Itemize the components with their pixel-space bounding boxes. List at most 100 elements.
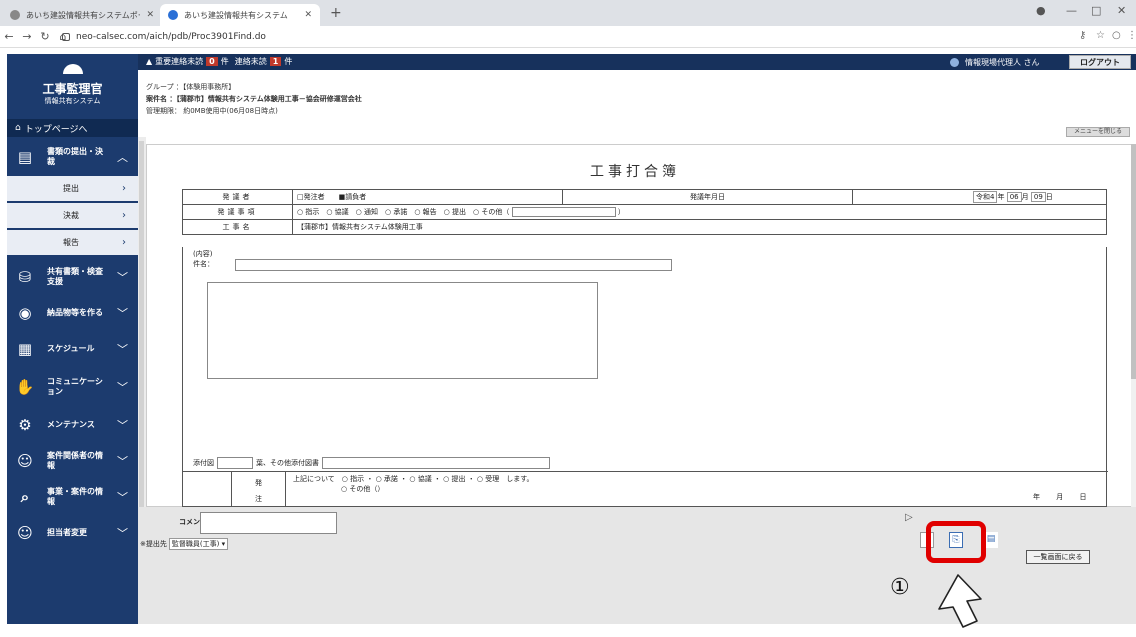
document-form-area: 工事打合簿 発議者 □発注者 ■請負者 発議年月日 令和4 年 06 月 09 日 発… [146, 144, 1132, 508]
approval-text[interactable]: 上記について ○ 指示 ・ ○ 承諾 ・ ○ 協議 ・ ○ 提出 ・ ○ 受理 … [293, 474, 534, 494]
maximize-icon[interactable]: □ [1091, 4, 1101, 17]
disc-icon: ◉ [18, 304, 32, 322]
sidebar-item-communication[interactable]: ✋ コミュニケーション ﹀ [7, 370, 138, 404]
back-arrow-icon[interactable]: ← [0, 30, 18, 43]
sidebar-item-label: 担当者変更 [47, 528, 87, 537]
approval-options[interactable]: 上記について ○ 指示 ・ ○ 承諾 ・ ○ 協議 ・ ○ 提出 ・ ○ 受理 … [293, 474, 534, 484]
send-to-select[interactable]: 監督職員(工事) ▾ [168, 538, 229, 550]
approval-other[interactable]: ○ その他（） [293, 484, 534, 494]
sidebar-item-label: 納品物等を作る [47, 308, 103, 317]
browser-tab-system[interactable]: あいち建設情報共有システム ✕ [160, 4, 320, 26]
action-footer: コメント ※提出先 監督職員(工事) ▾ ▷ ⎘ ▤ 一覧画面に戻る ① [138, 507, 1136, 628]
user-icon [950, 58, 959, 67]
sidebar-item-shared-docs[interactable]: ⛁ 共有書類・検査支援 ﹀ [7, 260, 138, 294]
close-icon[interactable]: ✕ [304, 10, 312, 20]
tab-title: あいち建設情報共有システム [184, 10, 288, 20]
sidebar-item-deliverables[interactable]: ◉ 納品物等を作る ﹀ [7, 296, 138, 330]
sidebar-subitem-label: 決裁 [63, 211, 79, 220]
people-icon: ☺ [17, 452, 33, 470]
important-unread-label: 重要連絡未読 [155, 57, 204, 66]
sidebar-item-label: 共有書類・検査支援 [47, 267, 103, 286]
brand-logo[interactable]: 工事監理官 情報共有システム [7, 54, 138, 119]
sidebar-subitem-submit[interactable]: 提出 › [7, 176, 138, 201]
attach-other-label: 葉、その他添付図書 [256, 459, 319, 467]
sidebar-subitem-label: 報告 [63, 238, 79, 247]
comment-input[interactable] [200, 512, 337, 534]
sidebar-item-schedule[interactable]: ▦ スケジュール ﹀ [7, 332, 138, 366]
storage-term: 管理期限： 約0MB使用中(06月08日時点) [146, 107, 278, 115]
sidebar-subitem-report[interactable]: 報告 › [7, 230, 138, 255]
sidebar-subitem-approve[interactable]: 決裁 › [7, 203, 138, 228]
back-to-list-button[interactable]: 一覧画面に戻る [1026, 550, 1090, 564]
gear-icon: ⚙ [18, 416, 32, 434]
key-icon[interactable]: ⚷ [1079, 30, 1086, 41]
day-select[interactable]: 09 [1030, 192, 1046, 202]
top-page-link[interactable]: ⌂ トップページへ [7, 119, 138, 137]
top-page-label: トップページへ [24, 124, 88, 135]
mouse-cursor-icon: ▷ [905, 512, 913, 523]
chevron-down-icon: ﹀ [117, 381, 128, 394]
approval-row: 発 注 上記について ○ 指示 ・ ○ 承諾 ・ ○ 協議 ・ ○ 提出 ・ ○… [183, 471, 1108, 508]
unread-alerts[interactable]: ▲ 重要連絡未読 0 件 連絡未読 1 件 [146, 56, 292, 67]
sidebar-item-label: メンテナンス [47, 420, 95, 429]
minimize-icon[interactable]: — [1066, 4, 1077, 17]
proposal-date-label: 発議年月日 [562, 189, 853, 205]
date-month-suffix: 月 [1021, 193, 1029, 201]
close-icon[interactable]: ✕ [146, 10, 154, 20]
browser-tab-portal[interactable]: あいち建設情報共有システムポータル ✕ [2, 4, 162, 26]
menu-dots-icon[interactable]: ⋮ [1127, 30, 1136, 41]
chevron-down-icon: ﹀ [117, 527, 128, 540]
content-label-text: (内容) [193, 250, 213, 258]
annotation-number: ① [890, 575, 910, 600]
date-year-suffix: 年 [997, 193, 1005, 201]
menu-close-button[interactable]: メニューを閉じる [1066, 127, 1130, 137]
proposal-item-options[interactable]: ○ 指示 ○ 協議 ○ 通知 ○ 承諾 ○ 報告 ○ 提出 ○ その他（ ） [292, 204, 1107, 220]
account-icon[interactable]: ○ [1112, 30, 1121, 41]
main-scrollbar[interactable] [1131, 144, 1136, 507]
profile-icon[interactable]: ● [1036, 4, 1046, 17]
attach-count-input[interactable] [217, 457, 253, 469]
brand-title: 工事監理官 [42, 82, 103, 96]
reload-icon[interactable]: ↻ [36, 30, 54, 43]
sidebar-item-label: 書類の提出・決裁 [47, 147, 103, 166]
window-close-icon[interactable]: ✕ [1117, 4, 1126, 17]
group-text: グループ ：【体験用事務所】 [146, 83, 236, 91]
star-icon[interactable]: ☆ [1096, 30, 1105, 41]
forward-arrow-icon[interactable]: → [18, 30, 36, 43]
scroll-thumb[interactable] [1131, 144, 1136, 379]
project-name: 案件名 ：【蒲郡市】情報共有システム体験用工事－協会研修運営会社 [146, 95, 362, 103]
attach-other-input[interactable] [322, 457, 550, 469]
unread-label: 連絡未読 [234, 57, 267, 66]
proposal-item-close: ） [617, 208, 625, 216]
people-swap-icon: ☺ [17, 524, 33, 542]
sidebar-item-maintenance[interactable]: ⚙ メンテナンス ﹀ [7, 408, 138, 442]
browser-tab-bar: あいち建設情報共有システムポータル ✕ あいち建設情報共有システム ✕ + ● … [0, 0, 1136, 26]
era-year-select[interactable]: 令和4 [973, 191, 998, 203]
print-icon[interactable]: ▤ [984, 532, 998, 548]
sidebar-item-stakeholders[interactable]: ☺ 案件関係者の情報 ﹀ [7, 444, 138, 478]
chevron-up-icon: ︿ [117, 151, 128, 164]
project-info: グループ ：【体験用事務所】 案件名 ：【蒲郡市】情報共有システム体験用工事－協… [138, 70, 1136, 136]
issuer-char-1: 発 [255, 479, 262, 487]
sidebar-item-change-person[interactable]: ☺ 担当者変更 ﹀ [7, 516, 138, 550]
sidebar-item-project-info[interactable]: ⌕ 事業・案件の情報 ﹀ [7, 480, 138, 514]
proposal-item-radios[interactable]: ○ 指示 ○ 協議 ○ 通知 ○ 承諾 ○ 報告 ○ 提出 ○ その他（ [297, 208, 509, 216]
app-header: ▲ 重要連絡未読 0 件 連絡未読 1 件 情報現場代理人 さん ログアウト [138, 54, 1136, 70]
other-input[interactable] [511, 207, 616, 217]
form-title: 工事打合簿 [590, 164, 680, 180]
month-select[interactable]: 06 [1006, 192, 1022, 202]
new-tab-icon[interactable]: + [330, 5, 342, 21]
subject-input[interactable] [235, 259, 672, 271]
proposer-options[interactable]: □発注者 ■請負者 [292, 189, 563, 205]
logout-button[interactable]: ログアウト [1069, 55, 1131, 69]
sidebar-item-label: スケジュール [47, 344, 95, 353]
scroll-thumb[interactable] [139, 141, 144, 511]
browser-toolbar: ← → ↻ ⌂ neo-calsec.com/aich/pdb/Proc3901… [0, 26, 1136, 48]
proposal-item-label: 発議事項 [182, 204, 293, 220]
send-to-row: ※提出先 監督職員(工事) ▾ [140, 538, 229, 550]
content-textarea[interactable] [207, 282, 598, 379]
sidebar-item-documents[interactable]: ▤ 書類の提出・決裁 ︿ [7, 140, 138, 174]
address-bar[interactable]: neo-calsec.com/aich/pdb/Proc3901Find.do [62, 29, 1062, 45]
issuer-column: 発 注 [231, 472, 286, 508]
attach-label: 添付図 [193, 459, 214, 467]
